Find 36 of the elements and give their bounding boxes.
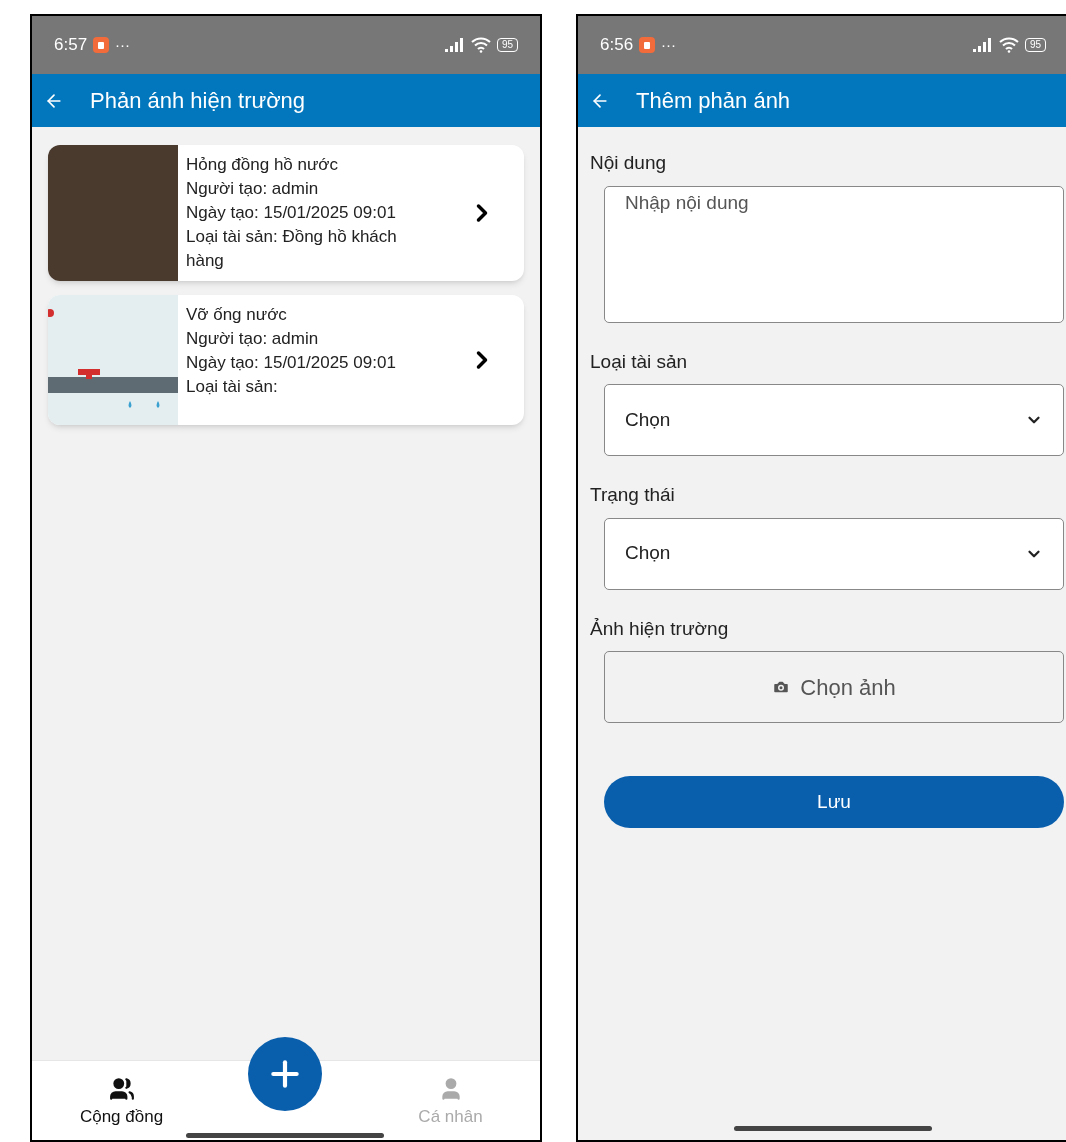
status-time: 6:56 bbox=[600, 34, 634, 57]
report-creator: Người tạo: admin bbox=[186, 178, 320, 200]
report-title: Vỡ ống nước bbox=[186, 304, 288, 326]
select-dropdown[interactable]: Chọn bbox=[604, 517, 1064, 590]
wifi-icon bbox=[998, 37, 1019, 53]
report-creator: Người tạo: admin bbox=[186, 328, 320, 350]
field-label: Nội dung bbox=[590, 151, 668, 175]
battery-indicator: 95 bbox=[496, 38, 518, 52]
content-input[interactable]: Nhập nội dung bbox=[604, 185, 1064, 323]
camera-icon bbox=[772, 678, 791, 696]
notification-icon bbox=[93, 37, 110, 53]
more-notifications: ··· bbox=[661, 34, 677, 55]
nav-tab[interactable]: Cộng đồng bbox=[32, 1071, 211, 1130]
people-icon bbox=[108, 1075, 135, 1102]
more-notifications: ··· bbox=[115, 34, 131, 55]
report-asset-type: Loại tài sản: Đồng hồ khách hàng bbox=[186, 226, 398, 272]
screen-title: Phản ánh hiện trường bbox=[90, 87, 306, 115]
report-card[interactable]: Vỡ ống nước Người tạo: admin Ngày tạo: 15/01/2025 09:01 Loại tài sản: bbox=[48, 295, 524, 425]
report-card[interactable]: Hỏng đồng hồ nước Người tạo: admin Ngày tạo: 15/01/2025 09:01 Loại tài sản: Đồng hồ khách hàng bbox=[48, 145, 524, 281]
report-title: Hỏng đồng hồ nước bbox=[186, 154, 340, 176]
report-asset-type: Loại tài sản: bbox=[186, 376, 279, 398]
report-date: Ngày tạo: 15/01/2025 09:01 bbox=[186, 352, 397, 374]
field-label: Trạng thái bbox=[590, 483, 676, 507]
choose-photo-button[interactable]: Chọn ảnh bbox=[604, 651, 1064, 723]
signal-icon bbox=[972, 38, 993, 52]
save-button[interactable]: Lưu bbox=[604, 776, 1064, 828]
wifi-icon bbox=[470, 37, 491, 53]
signal-icon bbox=[444, 38, 465, 52]
battery-indicator: 95 bbox=[1024, 38, 1046, 52]
field-label: Loại tài sản bbox=[590, 349, 689, 374]
field-label: Ảnh hiện trường bbox=[590, 616, 730, 641]
screen-title: Thêm phản ánh bbox=[636, 87, 791, 115]
status-time: 6:57 bbox=[54, 34, 88, 57]
notification-icon bbox=[639, 37, 656, 53]
select-dropdown[interactable]: Chọn bbox=[604, 384, 1064, 456]
report-date: Ngày tạo: 15/01/2025 09:01 bbox=[186, 202, 397, 224]
